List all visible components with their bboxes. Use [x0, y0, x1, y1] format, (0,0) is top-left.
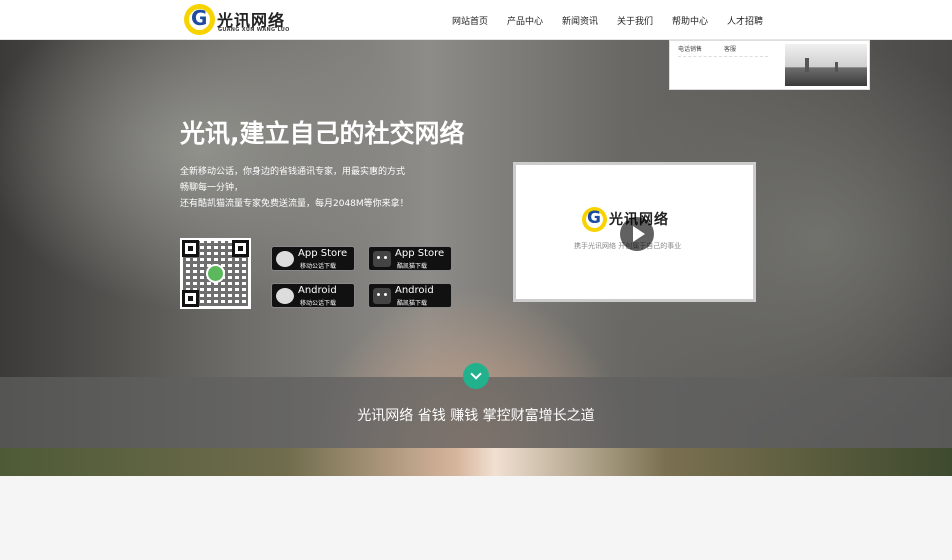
logo-subtext: GUANG XUN WANG LUO: [218, 27, 290, 33]
nav-item-help[interactable]: 帮助中心: [672, 14, 708, 27]
dropdown-thumbnail-image[interactable]: [785, 44, 867, 86]
download-appstore-phone-button[interactable]: App Store 移动公话下载: [271, 246, 355, 271]
hero-banner: 光讯,建立自己的社交网络 全新移动公话，你身边的省钱通讯专家，用最实惠的方式 畅…: [0, 40, 952, 476]
dropdown-link-service[interactable]: 客服: [724, 44, 736, 53]
hero-title: 光讯,建立自己的社交网络: [180, 119, 465, 148]
qr-logo-icon: [206, 264, 225, 283]
nav-item-home[interactable]: 网站首页: [452, 14, 488, 27]
cat-icon: [373, 251, 391, 267]
play-icon[interactable]: [620, 217, 654, 251]
download-appstore-cat-button[interactable]: App Store 酷凯猫下载: [368, 246, 452, 271]
hero-description-line: 畅聊每一分钟，: [180, 183, 244, 193]
nav-dropdown-panel: 电话销售 客服: [669, 40, 870, 90]
site-logo[interactable]: G 光讯网络 GUANG XUN WANG LUO: [184, 4, 289, 36]
chevron-down-icon[interactable]: [463, 363, 489, 389]
nav-item-about[interactable]: 关于我们: [617, 14, 653, 27]
dropdown-divider: [678, 56, 768, 57]
nav-item-products[interactable]: 产品中心: [507, 14, 543, 27]
download-android-cat-button[interactable]: Android 酷凯猫下载: [368, 283, 452, 308]
cat-icon: [373, 288, 391, 304]
phone-icon: [276, 251, 294, 267]
hero-description-line: 还有酷凯猫流量专家免费送流量，每月2048M等你来拿！: [180, 199, 409, 209]
phone-icon: [276, 288, 294, 304]
dropdown-link-sales[interactable]: 电话销售: [678, 44, 702, 53]
logo-g-icon: G: [184, 4, 215, 35]
promo-video-player[interactable]: G 光讯网络 携手光讯网络 开创属于自己的事业: [513, 162, 756, 302]
logo-g-icon: G: [582, 207, 607, 232]
site-header: G 光讯网络 GUANG XUN WANG LUO 网站首页 产品中心 新闻资讯…: [0, 0, 952, 40]
nav-item-careers[interactable]: 人才招聘: [727, 14, 763, 27]
download-android-phone-button[interactable]: Android 移动公话下载: [271, 283, 355, 308]
qr-code: [180, 238, 251, 309]
hero-description-line: 全新移动公话，你身边的省钱通讯专家，用最实惠的方式: [180, 167, 406, 177]
nav-item-news[interactable]: 新闻资讯: [562, 14, 598, 27]
slogan-text: 光讯网络 省钱 赚钱 掌控财富增长之道: [357, 408, 595, 424]
hero-background-strip: [0, 448, 952, 476]
